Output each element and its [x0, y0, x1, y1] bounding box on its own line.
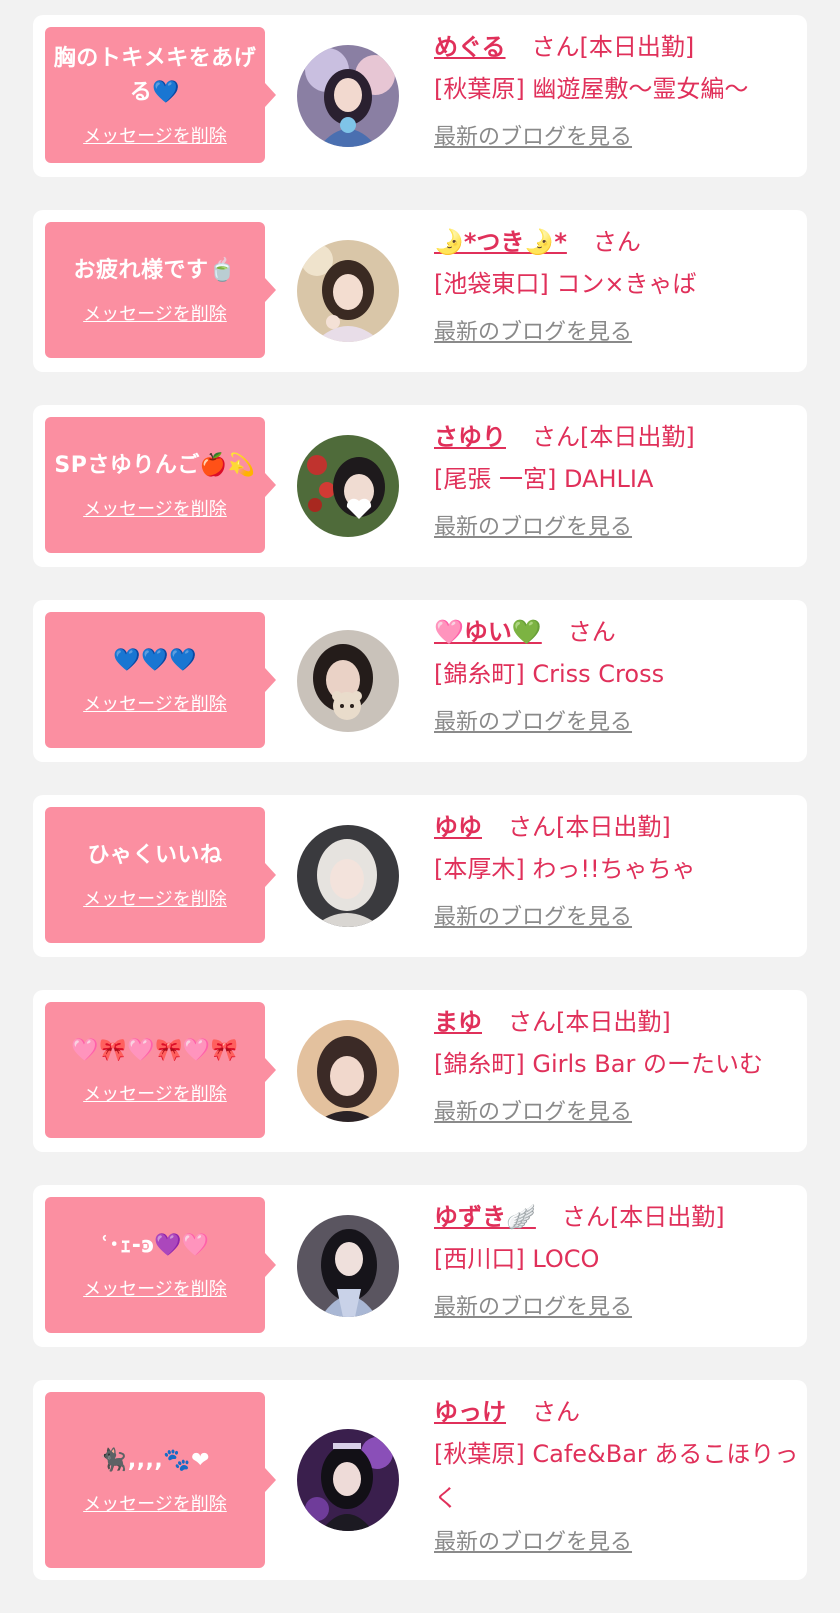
- delete-message-link[interactable]: メッセージを削除: [83, 300, 227, 326]
- delete-message-link[interactable]: メッセージを削除: [83, 1080, 227, 1106]
- cast-suffix: さん[本日出勤]: [508, 1008, 671, 1036]
- message-bubble: 💙💙💙 メッセージを削除: [45, 612, 276, 748]
- cast-info: めぐる さん[本日出勤] [秋葉原] 幽遊屋敷〜霊女編〜 最新のブログを見る: [434, 29, 799, 151]
- avatar[interactable]: [297, 825, 399, 927]
- delete-message-link[interactable]: メッセージを削除: [83, 885, 227, 911]
- cast-info: 🩷ゆい💚 さん [錦糸町] Criss Cross 最新のブログを見る: [434, 614, 799, 736]
- message-text: 胸のトキメキをあげる💙: [53, 46, 257, 105]
- cast-name-link[interactable]: めぐる: [434, 33, 506, 61]
- shop-name: [西川口] LOCO: [434, 1245, 600, 1273]
- cast-name-link[interactable]: ゆゆ: [434, 813, 482, 841]
- message-card: 胸のトキメキをあげる💙 メッセージを削除 めぐる さん[本日出勤] [秋葉原] 幽…: [33, 15, 807, 177]
- message-card: 💙💙💙 メッセージを削除 🩷ゆい💚 さん [錦糸町] Criss Cross 最新…: [33, 600, 807, 762]
- shop-name: [錦糸町] Girls Bar のーたいむ: [434, 1050, 763, 1078]
- latest-blog-link[interactable]: 最新のブログを見る: [434, 314, 632, 346]
- cast-name-link[interactable]: 🩷ゆい💚: [434, 618, 542, 646]
- delete-message-link[interactable]: メッセージを削除: [83, 1490, 227, 1516]
- delete-message-link[interactable]: メッセージを削除: [83, 122, 227, 148]
- shop-name: [池袋東口] コン×きゃば: [434, 270, 697, 298]
- cast-info: まゆ さん[本日出勤] [錦糸町] Girls Bar のーたいむ 最新のブログを…: [434, 1004, 799, 1126]
- avatar[interactable]: [297, 1429, 399, 1531]
- cast-name-line: めぐる さん[本日出勤]: [434, 29, 799, 65]
- message-bubble: SPさゆりんご🍎💫 メッセージを削除: [45, 417, 276, 553]
- cast-name-link[interactable]: まゆ: [434, 1008, 482, 1036]
- latest-blog-link[interactable]: 最新のブログを見る: [434, 704, 632, 736]
- cast-suffix: さん[本日出勤]: [532, 423, 695, 451]
- message-card: ひゃくいいね メッセージを削除 ゆゆ さん[本日出勤] [本厚木] わっ!!ちゃち…: [33, 795, 807, 957]
- cast-name-line: ゆっけ さん: [434, 1394, 799, 1430]
- shop-name: [錦糸町] Criss Cross: [434, 660, 665, 688]
- cast-info: ゆずき🪽 さん[本日出勤] [西川口] LOCO 最新のブログを見る: [434, 1199, 799, 1321]
- cast-name-link[interactable]: さゆり: [434, 423, 506, 451]
- cast-name-line: ゆゆ さん[本日出勤]: [434, 809, 799, 845]
- message-bubble: お疲れ様です🍵 メッセージを削除: [45, 222, 276, 358]
- message-text: 🐈‍⬛,,,,🐾❤: [99, 1448, 211, 1473]
- cast-suffix: さん[本日出勤]: [531, 33, 695, 61]
- message-card: お疲れ様です🍵 メッセージを削除 🌛*つき🌛* さん [池袋東口] コン×きゃば …: [33, 210, 807, 372]
- delete-message-link[interactable]: メッセージを削除: [83, 690, 227, 716]
- avatar-image: [297, 1429, 399, 1531]
- message-bubble: 胸のトキメキをあげる💙 メッセージを削除: [45, 27, 276, 163]
- message-card: SPさゆりんご🍎💫 メッセージを削除 さゆり さん[本日出勤] [尾張 一宮] D…: [33, 405, 807, 567]
- avatar-image: [297, 1020, 399, 1122]
- cast-suffix: さん: [592, 228, 641, 256]
- latest-blog-link[interactable]: 最新のブログを見る: [434, 899, 632, 931]
- shop-name: [秋葉原] Cafe&Bar あるこほりっく: [434, 1440, 799, 1512]
- avatar-image: [297, 825, 399, 927]
- cast-suffix: さん: [532, 1398, 580, 1426]
- avatar-image: [297, 435, 399, 537]
- cast-name-line: 🩷ゆい💚 さん: [434, 614, 799, 650]
- avatar[interactable]: [297, 45, 399, 147]
- cast-name-line: 🌛*つき🌛* さん: [434, 224, 799, 260]
- message-list: 胸のトキメキをあげる💙 メッセージを削除 めぐる さん[本日出勤] [秋葉原] 幽…: [33, 15, 807, 1613]
- shop-name: [秋葉原] 幽遊屋敷〜霊女編〜: [434, 75, 749, 103]
- cast-name-link[interactable]: ゆずき🪽: [434, 1203, 536, 1231]
- message-card: 🐈‍⬛,,,,🐾❤ メッセージを削除 ゆっけ さん [秋葉原] Cafe&Bar …: [33, 1380, 807, 1580]
- latest-blog-link[interactable]: 最新のブログを見る: [434, 509, 632, 541]
- message-text: SPさゆりんご🍎💫: [54, 453, 256, 478]
- cast-name-link[interactable]: 🌛*つき🌛*: [434, 228, 567, 256]
- avatar[interactable]: [297, 630, 399, 732]
- message-bubble: 🐈‍⬛,,,,🐾❤ メッセージを削除: [45, 1392, 276, 1568]
- cast-info: 🌛*つき🌛* さん [池袋東口] コン×きゃば 最新のブログを見る: [434, 224, 799, 346]
- cast-suffix: さん[本日出勤]: [561, 1203, 725, 1231]
- avatar-image: [297, 45, 399, 147]
- avatar-image: [297, 1215, 399, 1317]
- latest-blog-link[interactable]: 最新のブログを見る: [434, 119, 632, 151]
- cast-info: ゆっけ さん [秋葉原] Cafe&Bar あるこほりっく 最新のブログを見る: [434, 1394, 799, 1556]
- cast-name-line: まゆ さん[本日出勤]: [434, 1004, 799, 1040]
- cast-info: ゆゆ さん[本日出勤] [本厚木] わっ!!ちゃちゃ 最新のブログを見る: [434, 809, 799, 931]
- message-card: ʿ･ｪ-ͽ💜🩷 メッセージを削除 ゆずき🪽 さん[本日出勤] [西川口] LOCO…: [33, 1185, 807, 1347]
- avatar[interactable]: [297, 1215, 399, 1317]
- shop-name: [尾張 一宮] DAHLIA: [434, 465, 654, 493]
- message-card: 🩷🎀🩷🎀🩷🎀 メッセージを削除 まゆ さん[本日出勤] [錦糸町] Girls B…: [33, 990, 807, 1152]
- delete-message-link[interactable]: メッセージを削除: [83, 1275, 227, 1301]
- cast-name-line: さゆり さん[本日出勤]: [434, 419, 799, 455]
- message-bubble: ʿ･ｪ-ͽ💜🩷 メッセージを削除: [45, 1197, 276, 1333]
- message-text: ʿ･ｪ-ͽ💜🩷: [100, 1233, 210, 1258]
- message-text: ひゃくいいね: [87, 843, 223, 868]
- cast-info: さゆり さん[本日出勤] [尾張 一宮] DAHLIA 最新のブログを見る: [434, 419, 799, 541]
- latest-blog-link[interactable]: 最新のブログを見る: [434, 1524, 632, 1556]
- avatar[interactable]: [297, 435, 399, 537]
- message-text: 🩷🎀🩷🎀🩷🎀: [71, 1038, 239, 1063]
- latest-blog-link[interactable]: 最新のブログを見る: [434, 1094, 632, 1126]
- cast-name-line: ゆずき🪽 さん[本日出勤]: [434, 1199, 799, 1235]
- message-bubble: ひゃくいいね メッセージを削除: [45, 807, 276, 943]
- cast-name-link[interactable]: ゆっけ: [434, 1398, 506, 1426]
- avatar[interactable]: [297, 1020, 399, 1122]
- latest-blog-link[interactable]: 最新のブログを見る: [434, 1289, 632, 1321]
- avatar-image: [297, 240, 399, 342]
- shop-name: [本厚木] わっ!!ちゃちゃ: [434, 855, 696, 883]
- delete-message-link[interactable]: メッセージを削除: [83, 495, 227, 521]
- message-bubble: 🩷🎀🩷🎀🩷🎀 メッセージを削除: [45, 1002, 276, 1138]
- message-text: 💙💙💙: [113, 648, 197, 673]
- message-text: お疲れ様です🍵: [73, 258, 237, 283]
- avatar-image: [297, 630, 399, 732]
- cast-suffix: さん: [567, 618, 616, 646]
- avatar[interactable]: [297, 240, 399, 342]
- cast-suffix: さん[本日出勤]: [508, 813, 671, 841]
